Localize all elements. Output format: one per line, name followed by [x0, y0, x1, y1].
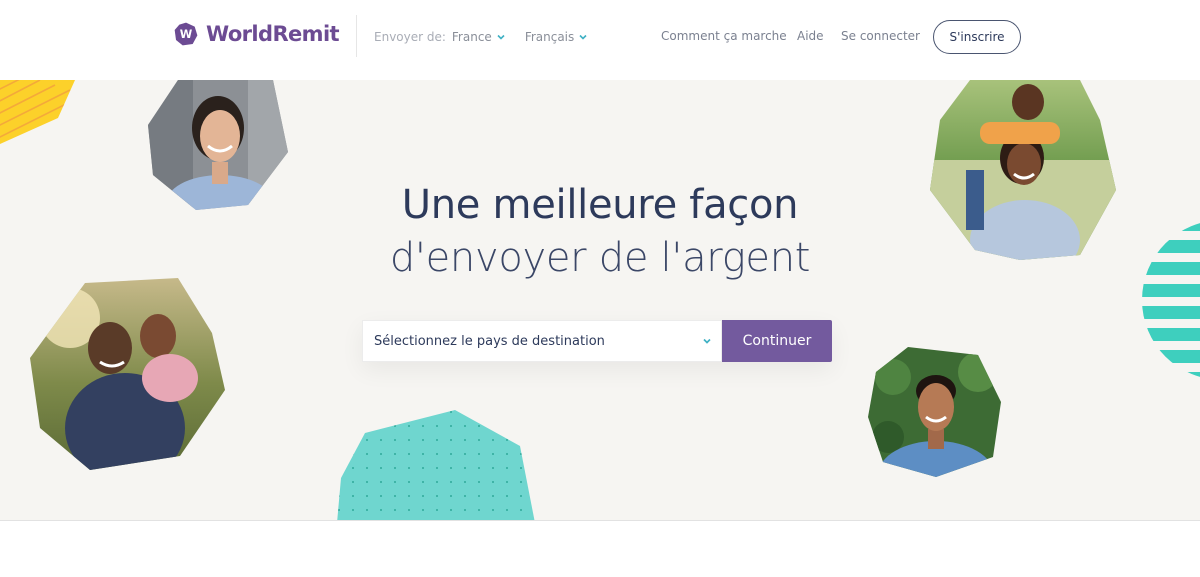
country-dropdown-value: France [451, 30, 492, 44]
worldremit-logo-icon: W [174, 22, 198, 46]
chevron-down-icon [703, 338, 711, 344]
hero-section: Une meilleure façon d'envoyer de l'argen… [0, 80, 1200, 520]
continue-button[interactable]: Continuer [722, 320, 832, 362]
language-dropdown[interactable]: Français [525, 30, 588, 44]
photo-father-daughter [30, 278, 225, 470]
nav-help[interactable]: Aide [797, 29, 824, 45]
teal-striped-shape [1142, 220, 1200, 380]
hero-title-line1: Une meilleure façon [401, 182, 799, 228]
worldremit-logo[interactable]: W WorldRemit [174, 16, 340, 52]
yellow-striped-shape [0, 80, 75, 144]
teal-dotted-shape [337, 410, 535, 520]
chevron-down-icon [497, 34, 505, 40]
destination-country-select[interactable]: Sélectionnez le pays de destination [362, 320, 722, 362]
chevron-down-icon [579, 34, 587, 40]
send-from-group: Envoyer de: France Français [374, 29, 588, 45]
photo-man-smiling [868, 347, 1001, 477]
site-header: W WorldRemit Envoyer de: France Français… [0, 0, 1200, 80]
destination-form: Sélectionnez le pays de destination Cont… [362, 320, 832, 362]
country-dropdown[interactable]: France [452, 30, 506, 44]
signup-button[interactable]: S'inscrire [933, 20, 1021, 54]
logo-wordmark: WorldRemit [206, 22, 340, 46]
nav-login[interactable]: Se connecter [841, 29, 920, 45]
hero-bottom-divider [0, 520, 1200, 521]
logo-letter: W [180, 27, 193, 41]
language-dropdown-value: Français [524, 30, 575, 44]
nav-how-it-works[interactable]: Comment ça marche [661, 29, 787, 45]
photo-woman-smiling [148, 80, 288, 210]
photo-mother-son [930, 80, 1116, 260]
header-divider [356, 15, 357, 57]
hero-title-line2: d'envoyer de l'argent [389, 235, 811, 281]
send-from-label: Envoyer de: [374, 30, 446, 44]
destination-placeholder: Sélectionnez le pays de destination [374, 333, 605, 349]
